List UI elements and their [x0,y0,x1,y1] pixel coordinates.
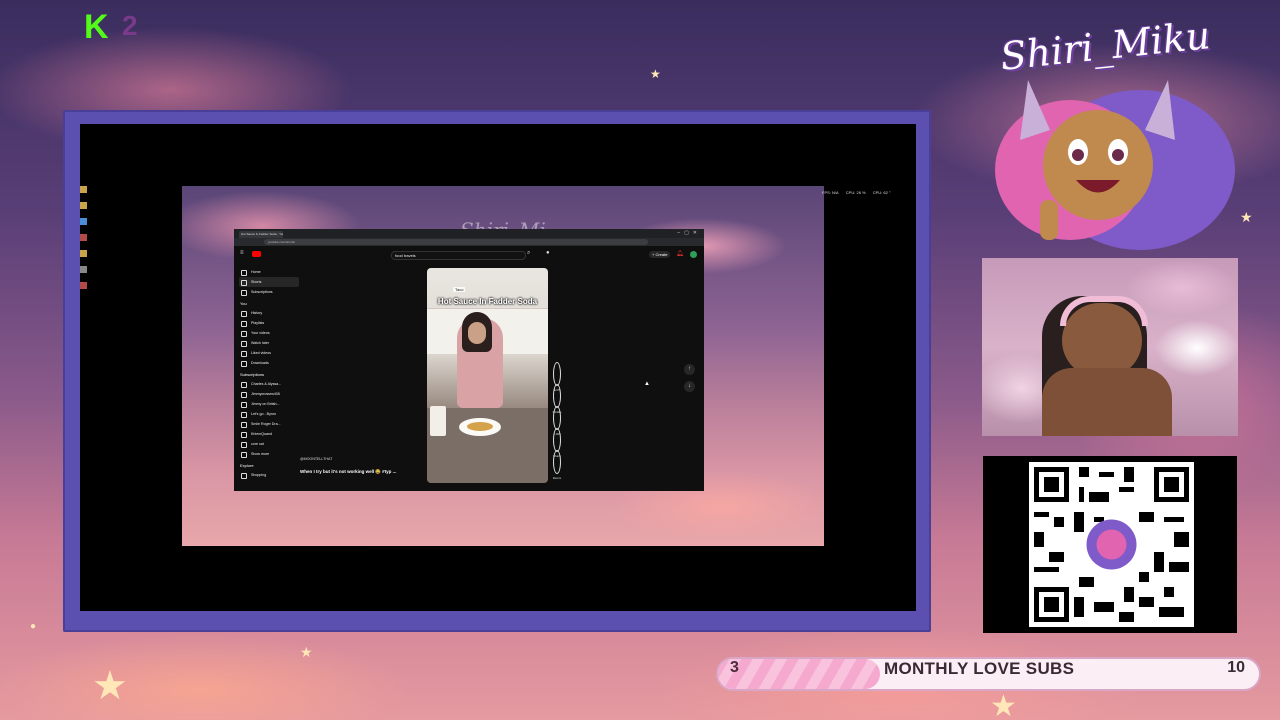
short-video-player[interactable]: Taco Hot Sauce In Fadder Soda [427,268,548,483]
desktop-icon[interactable] [80,202,87,209]
share-label: Share [552,454,561,458]
star-decoration: ★ [92,664,128,708]
sidebar-subscription[interactable]: Jimmycrosses408 [239,389,299,399]
sidebar-item-watch-later[interactable]: Watch later [239,338,299,348]
youtube-sidebar: Home Shorts Subscriptions You History Pl… [239,267,299,480]
sub-goal-current: 3 [730,659,739,676]
browser-tabbar: Hot Sauce In Fadder Soda - YouTube –▢✕ [234,229,704,238]
star-decoration: ★ [650,67,661,81]
video-cup [430,406,446,436]
sub-goal-target: 10 [1227,659,1245,676]
desktop-icon[interactable] [80,218,87,225]
sidebar-subscription[interactable]: Charles & Alyssa... [239,379,299,389]
browser-window: Hot Sauce In Fadder Soda - YouTube –▢✕ y… [234,229,704,491]
sidebar-subscription[interactable]: core cat [239,439,299,449]
video-caption: Hot Sauce In Fadder Soda [437,297,538,306]
webcam-feed [982,258,1238,436]
kick-count: 2 [122,10,138,41]
youtube-logo-icon[interactable] [252,251,261,257]
window-controls[interactable]: –▢✕ [677,230,701,236]
browser-tab[interactable]: Hot Sauce In Fadder Soda - YouTube [239,231,283,238]
sidebar-item-downloads[interactable]: Downloads [239,358,299,368]
menu-icon[interactable]: ≡ [240,250,244,256]
mascot-avatar [995,80,1235,250]
search-input[interactable]: food travels [391,251,526,260]
sub-goal-label: MONTHLY LOVE SUBS [884,659,1075,678]
mouse-cursor-icon: ▲ [644,381,650,387]
short-actions: 527K Dislike 1,905 Share Remix [551,362,563,480]
sidebar-item-subscriptions[interactable]: Subscriptions [239,287,299,297]
sub-goal-progress-fill [718,659,881,689]
notification-bell-icon[interactable]: 🔔︎ [676,250,684,257]
create-button[interactable]: + Create [649,251,671,258]
desktop-icon[interactable] [80,266,87,273]
sidebar-explore-header: Explore [240,463,254,468]
sub-goal-bar: 3 MONTHLY LOVE SUBS 10 [716,657,1261,691]
desktop-icon[interactable] [80,282,87,289]
next-short-button[interactable]: ↓ [684,381,695,392]
desktop-icon[interactable] [80,186,87,193]
sidebar-item-home[interactable]: Home [239,267,299,277]
sidebar-item-liked-videos[interactable]: Liked videos [239,348,299,358]
desktop-icon[interactable] [80,250,87,257]
sidebar-item-your-videos[interactable]: Your videos [239,328,299,338]
short-nav: ↑ ↓ [684,364,695,398]
short-channel[interactable]: @MOONTELLTHAT [300,457,332,461]
star-decoration: ★ [300,644,313,660]
avatar[interactable] [690,251,697,258]
like-count: 527K [553,388,561,392]
sidebar-you-header[interactable]: You [239,301,299,306]
qr-code-icon[interactable] [1029,462,1194,627]
sidebar-item-shorts[interactable]: Shorts [239,277,299,287]
search-icon[interactable]: ⌕ [527,250,530,257]
sidebar-item-shopping[interactable]: Shopping [239,470,299,480]
headphones-icon [1060,296,1148,326]
star-decoration: ★ [1240,209,1253,225]
sidebar-subscriptions-header[interactable]: Subscriptions [239,372,299,377]
address-bar: youtube.com/shorts/ [234,238,704,246]
stat-fps: FPS: N/A [822,190,839,195]
remix-label: Remix [552,476,562,480]
short-title: When I try but it's not working well 😂 #… [300,469,397,474]
sidebar-show-more[interactable]: Show more [239,449,299,459]
sidebar-subscription[interactable]: Smile Roger Dra... [239,419,299,429]
youtube-header: ≡ food travels ⌕ ● + Create 🔔︎ [234,246,704,260]
dislike-label: Dislike [552,410,562,414]
stat-cpu: CPU: 26 % [845,190,866,195]
like-button[interactable]: 527K [551,362,563,392]
star-decoration: ● [30,621,37,632]
url-field[interactable]: youtube.com/shorts/ [264,239,648,245]
webcam-shoulders [1042,368,1172,436]
sidebar-subscription[interactable]: KhiemQuand [239,429,299,439]
mic-icon[interactable]: ● [546,250,550,256]
video-food [467,422,493,431]
star-decoration: ★ [990,690,1017,723]
desktop-icon[interactable] [80,234,87,241]
previous-short-button[interactable]: ↑ [684,364,695,375]
kick-logo-icon: K [84,8,109,46]
sidebar-subscription[interactable]: Let's go - Byron [239,409,299,419]
sidebar-item-history[interactable]: History [239,308,299,318]
desktop-icons [80,186,90,298]
sidebar-subscription[interactable]: Jimmy on Britsh... [239,399,299,409]
video-person-face [468,322,486,344]
sidebar-item-playlists[interactable]: Playlists [239,318,299,328]
comment-count: 1,905 [553,432,561,436]
system-stats: FPS: N/A CPU: 26 % CPU: 62 ° [822,190,917,195]
thumbs-up-icon [553,362,561,386]
video-tag: Taco [453,287,466,292]
stat-cpu-temp: CPU: 62 ° [872,190,891,195]
